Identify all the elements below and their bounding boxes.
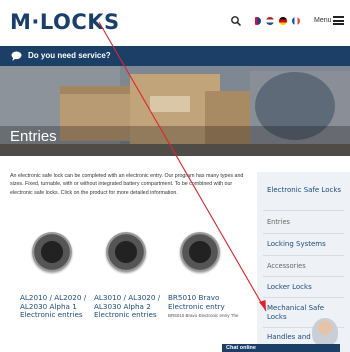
- intro-text: An electronic safe lock can be completed…: [10, 173, 244, 196]
- sidebar-divider: [263, 210, 344, 211]
- flag-uk-icon[interactable]: [253, 17, 261, 25]
- service-bar-text: Do you need service?: [28, 51, 111, 60]
- sidebar-divider: [263, 233, 344, 234]
- menu-label[interactable]: Menu: [314, 17, 332, 24]
- flag-de-icon[interactable]: [279, 17, 287, 25]
- product-card[interactable]: AL3010 / AL3020 / AL3030 Alpha 2 Electro…: [94, 232, 166, 322]
- mlocks-logo[interactable]: M·LOCKS: [10, 10, 120, 34]
- page-title: Entries: [10, 128, 57, 145]
- chat-bubble-icon: [11, 51, 22, 61]
- sidebar-item-entries[interactable]: Entries: [267, 218, 290, 227]
- service-bar[interactable]: Do you need service?: [0, 46, 350, 66]
- keypad-lock-image[interactable]: [180, 232, 220, 272]
- chat-agent-avatar[interactable]: [312, 318, 338, 346]
- keypad-lock-image[interactable]: [32, 232, 72, 272]
- chat-online-widget[interactable]: Chat online: [222, 344, 340, 352]
- flag-nl-icon[interactable]: [266, 17, 274, 25]
- sidebar-item-locker-locks[interactable]: Locker Locks: [267, 283, 312, 292]
- chat-online-label[interactable]: Chat online: [226, 345, 256, 351]
- page: M·LOCKS Menu Do you need service? Entrie…: [0, 0, 350, 352]
- sidebar-item-electronic-safe-locks[interactable]: Electronic Safe Locks: [267, 186, 343, 195]
- search-icon[interactable]: [230, 15, 242, 27]
- flag-fr-icon[interactable]: [292, 17, 300, 25]
- product-description: BR5010 Bravo Electronic entry The: [168, 313, 239, 319]
- product-card[interactable]: BR5010 Bravo Electronic entry BR5010 Bra…: [168, 232, 240, 319]
- sidebar-divider: [263, 276, 344, 277]
- hamburger-menu-icon[interactable]: [333, 16, 344, 25]
- sidebar-divider: [263, 255, 344, 256]
- product-name[interactable]: AL2010 / AL2020 / AL2030 Alpha 1 Electro…: [20, 293, 92, 320]
- product-name[interactable]: AL3010 / AL3020 / AL3030 Alpha 2 Electro…: [94, 293, 166, 320]
- sidebar-item-accessories[interactable]: Accessories: [267, 262, 306, 271]
- keypad-lock-image[interactable]: [106, 232, 146, 272]
- product-name[interactable]: BR5010 Bravo Electronic entry: [168, 293, 240, 311]
- site-header: M·LOCKS Menu: [0, 0, 350, 42]
- product-card[interactable]: AL2010 / AL2020 / AL2030 Alpha 1 Electro…: [20, 232, 92, 322]
- sidebar-item-locking-systems[interactable]: Locking Systems: [267, 240, 326, 249]
- sidebar-divider: [263, 297, 344, 298]
- hero-banner: Entries: [0, 66, 350, 156]
